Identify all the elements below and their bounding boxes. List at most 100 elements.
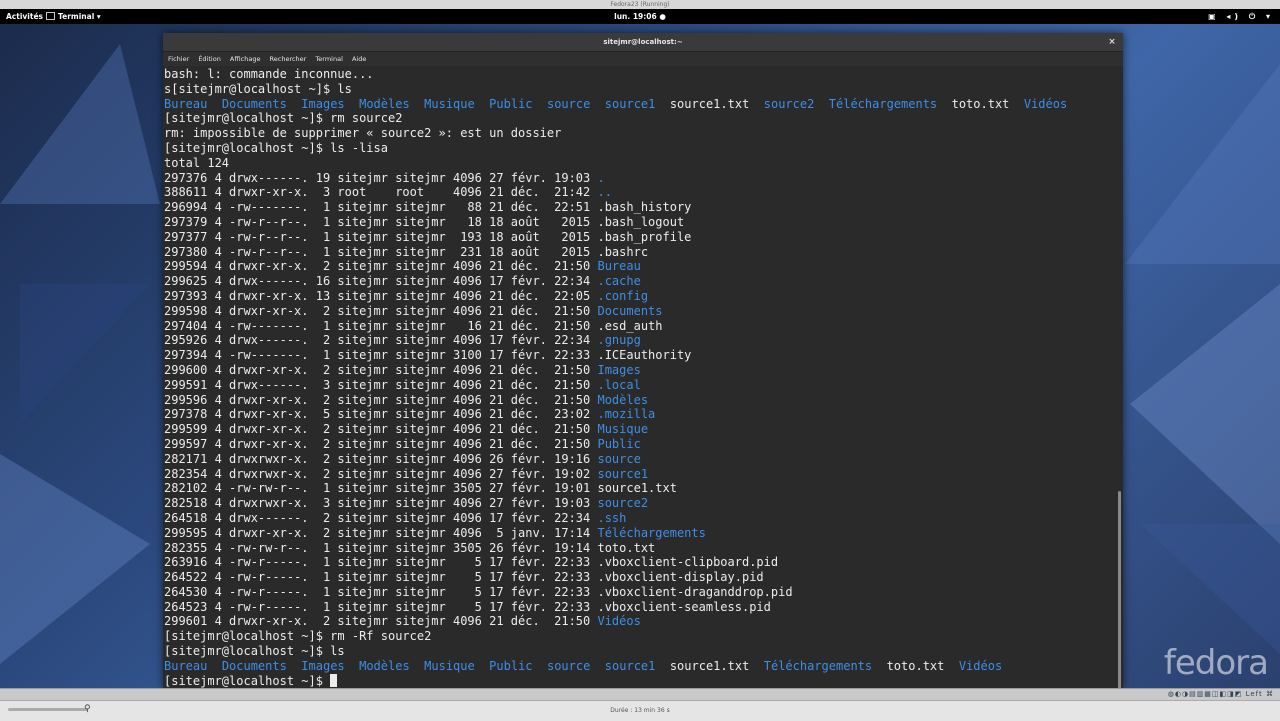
terminal-line: [sitejmr@localhost ~]$ ls -lisa: [164, 141, 1123, 156]
terminal-text: 263916 4 -rw-r-----. 1 sitejmr sitejmr 5…: [164, 555, 779, 570]
terminal-window[interactable]: sitejmr@localhost:~ × Fichier Édition Af…: [163, 33, 1123, 717]
terminal-titlebar[interactable]: sitejmr@localhost:~ ×: [163, 33, 1123, 52]
volume-slider[interactable]: [8, 708, 88, 711]
directory-name: .local: [597, 377, 641, 392]
terminal-text: 297394 4 -rw-------. 1 sitejmr sitejmr 3…: [164, 348, 692, 363]
menu-terminal[interactable]: Terminal: [315, 55, 342, 63]
terminal-line: 299594 4 drwxr-xr-x. 2 sitejmr sitejmr 4…: [164, 259, 1123, 274]
terminal-text: 297380 4 -rw-r--r--. 1 sitejmr sitejmr 2…: [164, 244, 649, 259]
terminal-line: [sitejmr@localhost ~]$ ls: [164, 644, 1123, 659]
directory-name: source: [546, 96, 591, 111]
terminal-text: [sitejmr@localhost ~]$ ls -lisa: [164, 140, 388, 155]
system-tray-icons[interactable]: ▣ ◂) ⏻ ▾: [1208, 9, 1274, 24]
bg-triangle: [20, 284, 150, 424]
directory-name: source2: [597, 496, 649, 511]
terminal-line: 388611 4 drwxr-xr-x. 3 root root 4096 21…: [164, 185, 1123, 200]
directory-name: .: [597, 170, 605, 185]
directory-name: Public: [489, 658, 533, 673]
vm-status-icons[interactable]: ◍◐◑▤▥▦◫◧◨◩ Left ⌘: [1168, 690, 1274, 698]
terminal-text: 299625 4 drwx------. 16 sitejmr sitejmr …: [164, 274, 598, 289]
terminal-line: 297378 4 drwxr-xr-x. 5 sitejmr sitejmr 4…: [164, 407, 1123, 422]
directory-name: .mozilla: [597, 407, 656, 422]
terminal-text: total 124: [164, 155, 230, 170]
terminal-text: source1.txt: [655, 96, 764, 111]
menu-fichier[interactable]: Fichier: [168, 55, 189, 63]
directory-name: source: [597, 451, 641, 466]
terminal-line: 263916 4 -rw-r-----. 1 sitejmr sitejmr 5…: [164, 555, 1123, 570]
menu-aide[interactable]: Aide: [352, 55, 366, 63]
terminal-line: 299600 4 drwxr-xr-x. 2 sitejmr sitejmr 4…: [164, 363, 1123, 378]
terminal-line: s[sitejmr@localhost ~]$ ls: [164, 82, 1123, 97]
directory-name: Documents: [221, 96, 287, 111]
terminal-line: 282355 4 -rw-rw-r--. 1 sitejmr sitejmr 3…: [164, 541, 1123, 556]
bg-triangle: [0, 44, 160, 204]
directory-name: .ssh: [597, 510, 627, 525]
directory-name: ..: [597, 185, 612, 200]
directory-name: source: [546, 658, 591, 673]
directory-name: Documents: [221, 658, 287, 673]
terminal-output[interactable]: bash: l: commande inconnue... s[sitejmr@l…: [163, 66, 1123, 688]
terminal-line: 297404 4 -rw-------. 1 sitejmr sitejmr 1…: [164, 319, 1123, 334]
terminal-line: 299591 4 drwx------. 3 sitejmr sitejmr 4…: [164, 378, 1123, 393]
terminal-line: rm: impossible de supprimer « source2 »:…: [164, 126, 1123, 141]
terminal-text: 282518 4 drwxrwxr-x. 3 sitejmr sitejmr 4…: [164, 496, 598, 511]
directory-name: Public: [489, 96, 533, 111]
directory-name: Documents: [597, 303, 663, 318]
directory-name: Modèles: [359, 96, 410, 111]
directory-name: Images: [597, 362, 641, 377]
terminal-scrollbar[interactable]: [1118, 491, 1121, 717]
terminal-line: Bureau Documents Images Modèles Musique …: [164, 97, 1123, 112]
menu-rechercher[interactable]: Rechercher: [270, 55, 307, 63]
terminal-prompt-line[interactable]: [sitejmr@localhost ~]$: [164, 673, 1123, 688]
terminal-text: [sitejmr@localhost ~]$ rm source2: [164, 111, 403, 126]
terminal-line: 282518 4 drwxrwxr-x. 3 sitejmr sitejmr 4…: [164, 496, 1123, 511]
directory-name: Vidéos: [597, 614, 641, 629]
terminal-line: 299598 4 drwxr-xr-x. 2 sitejmr sitejmr 4…: [164, 304, 1123, 319]
terminal-line: 299596 4 drwxr-xr-x. 2 sitejmr sitejmr 4…: [164, 393, 1123, 408]
terminal-text: 299595 4 drwxr-xr-x. 2 sitejmr sitejmr 4…: [164, 525, 598, 540]
recording-bar: ⚲ Durée : 13 min 36 s: [0, 700, 1280, 721]
terminal-line: 264523 4 -rw-r-----. 1 sitejmr sitejmr 5…: [164, 600, 1123, 615]
terminal-text: s[sitejmr@localhost ~]$ ls: [164, 81, 352, 96]
terminal-text: 299591 4 drwx------. 3 sitejmr sitejmr 4…: [164, 377, 598, 392]
terminal-text: 297377 4 -rw-r--r--. 1 sitejmr sitejmr 1…: [164, 229, 692, 244]
search-icon[interactable]: ⚲: [84, 704, 91, 714]
directory-name: source1: [604, 658, 656, 673]
duration-label: Durée : 13 min 36 s: [610, 707, 670, 714]
terminal-text: 297379 4 -rw-r--r--. 1 sitejmr sitejmr 1…: [164, 214, 685, 229]
directory-name: Musique: [597, 422, 649, 437]
menu-edition[interactable]: Édition: [198, 55, 221, 63]
directory-name: Vidéos: [958, 658, 1003, 673]
terminal-line: [sitejmr@localhost ~]$ rm source2: [164, 111, 1123, 126]
terminal-text: 282171 4 drwxrwxr-x. 2 sitejmr sitejmr 4…: [164, 451, 598, 466]
terminal-line: 296994 4 -rw-------. 1 sitejmr sitejmr 8…: [164, 200, 1123, 215]
menu-affichage[interactable]: Affichage: [230, 55, 261, 63]
terminal-text: 296994 4 -rw-------. 1 sitejmr sitejmr 8…: [164, 200, 692, 215]
clock[interactable]: lun. 19:06 ●: [0, 9, 1280, 24]
terminal-text: 297378 4 drwxr-xr-x. 5 sitejmr sitejmr 4…: [164, 407, 598, 422]
directory-name: Bureau: [164, 96, 208, 111]
terminal-text: 299598 4 drwxr-xr-x. 2 sitejmr sitejmr 4…: [164, 303, 598, 318]
directory-name: Modèles: [359, 658, 410, 673]
terminal-text: 295926 4 drwx------. 2 sitejmr sitejmr 4…: [164, 333, 598, 348]
directory-name: .config: [597, 288, 649, 303]
terminal-line: 282102 4 -rw-rw-r--. 1 sitejmr sitejmr 3…: [164, 481, 1123, 496]
terminal-text: source1.txt: [655, 658, 764, 673]
terminal-line: 264518 4 drwx------. 2 sitejmr sitejmr 4…: [164, 511, 1123, 526]
terminal-text: 299594 4 drwxr-xr-x. 2 sitejmr sitejmr 4…: [164, 259, 598, 274]
terminal-line: 297380 4 -rw-r--r--. 1 sitejmr sitejmr 2…: [164, 245, 1123, 260]
directory-name: .gnupg: [597, 333, 641, 348]
terminal-line: 297379 4 -rw-r--r--. 1 sitejmr sitejmr 1…: [164, 215, 1123, 230]
terminal-text: 299601 4 drwxr-xr-x. 2 sitejmr sitejmr 4…: [164, 614, 598, 629]
bg-triangle: [1130, 284, 1280, 544]
close-icon[interactable]: ×: [1105, 33, 1119, 51]
directory-name: Téléchargements: [763, 658, 873, 673]
directory-name: Images: [301, 658, 345, 673]
